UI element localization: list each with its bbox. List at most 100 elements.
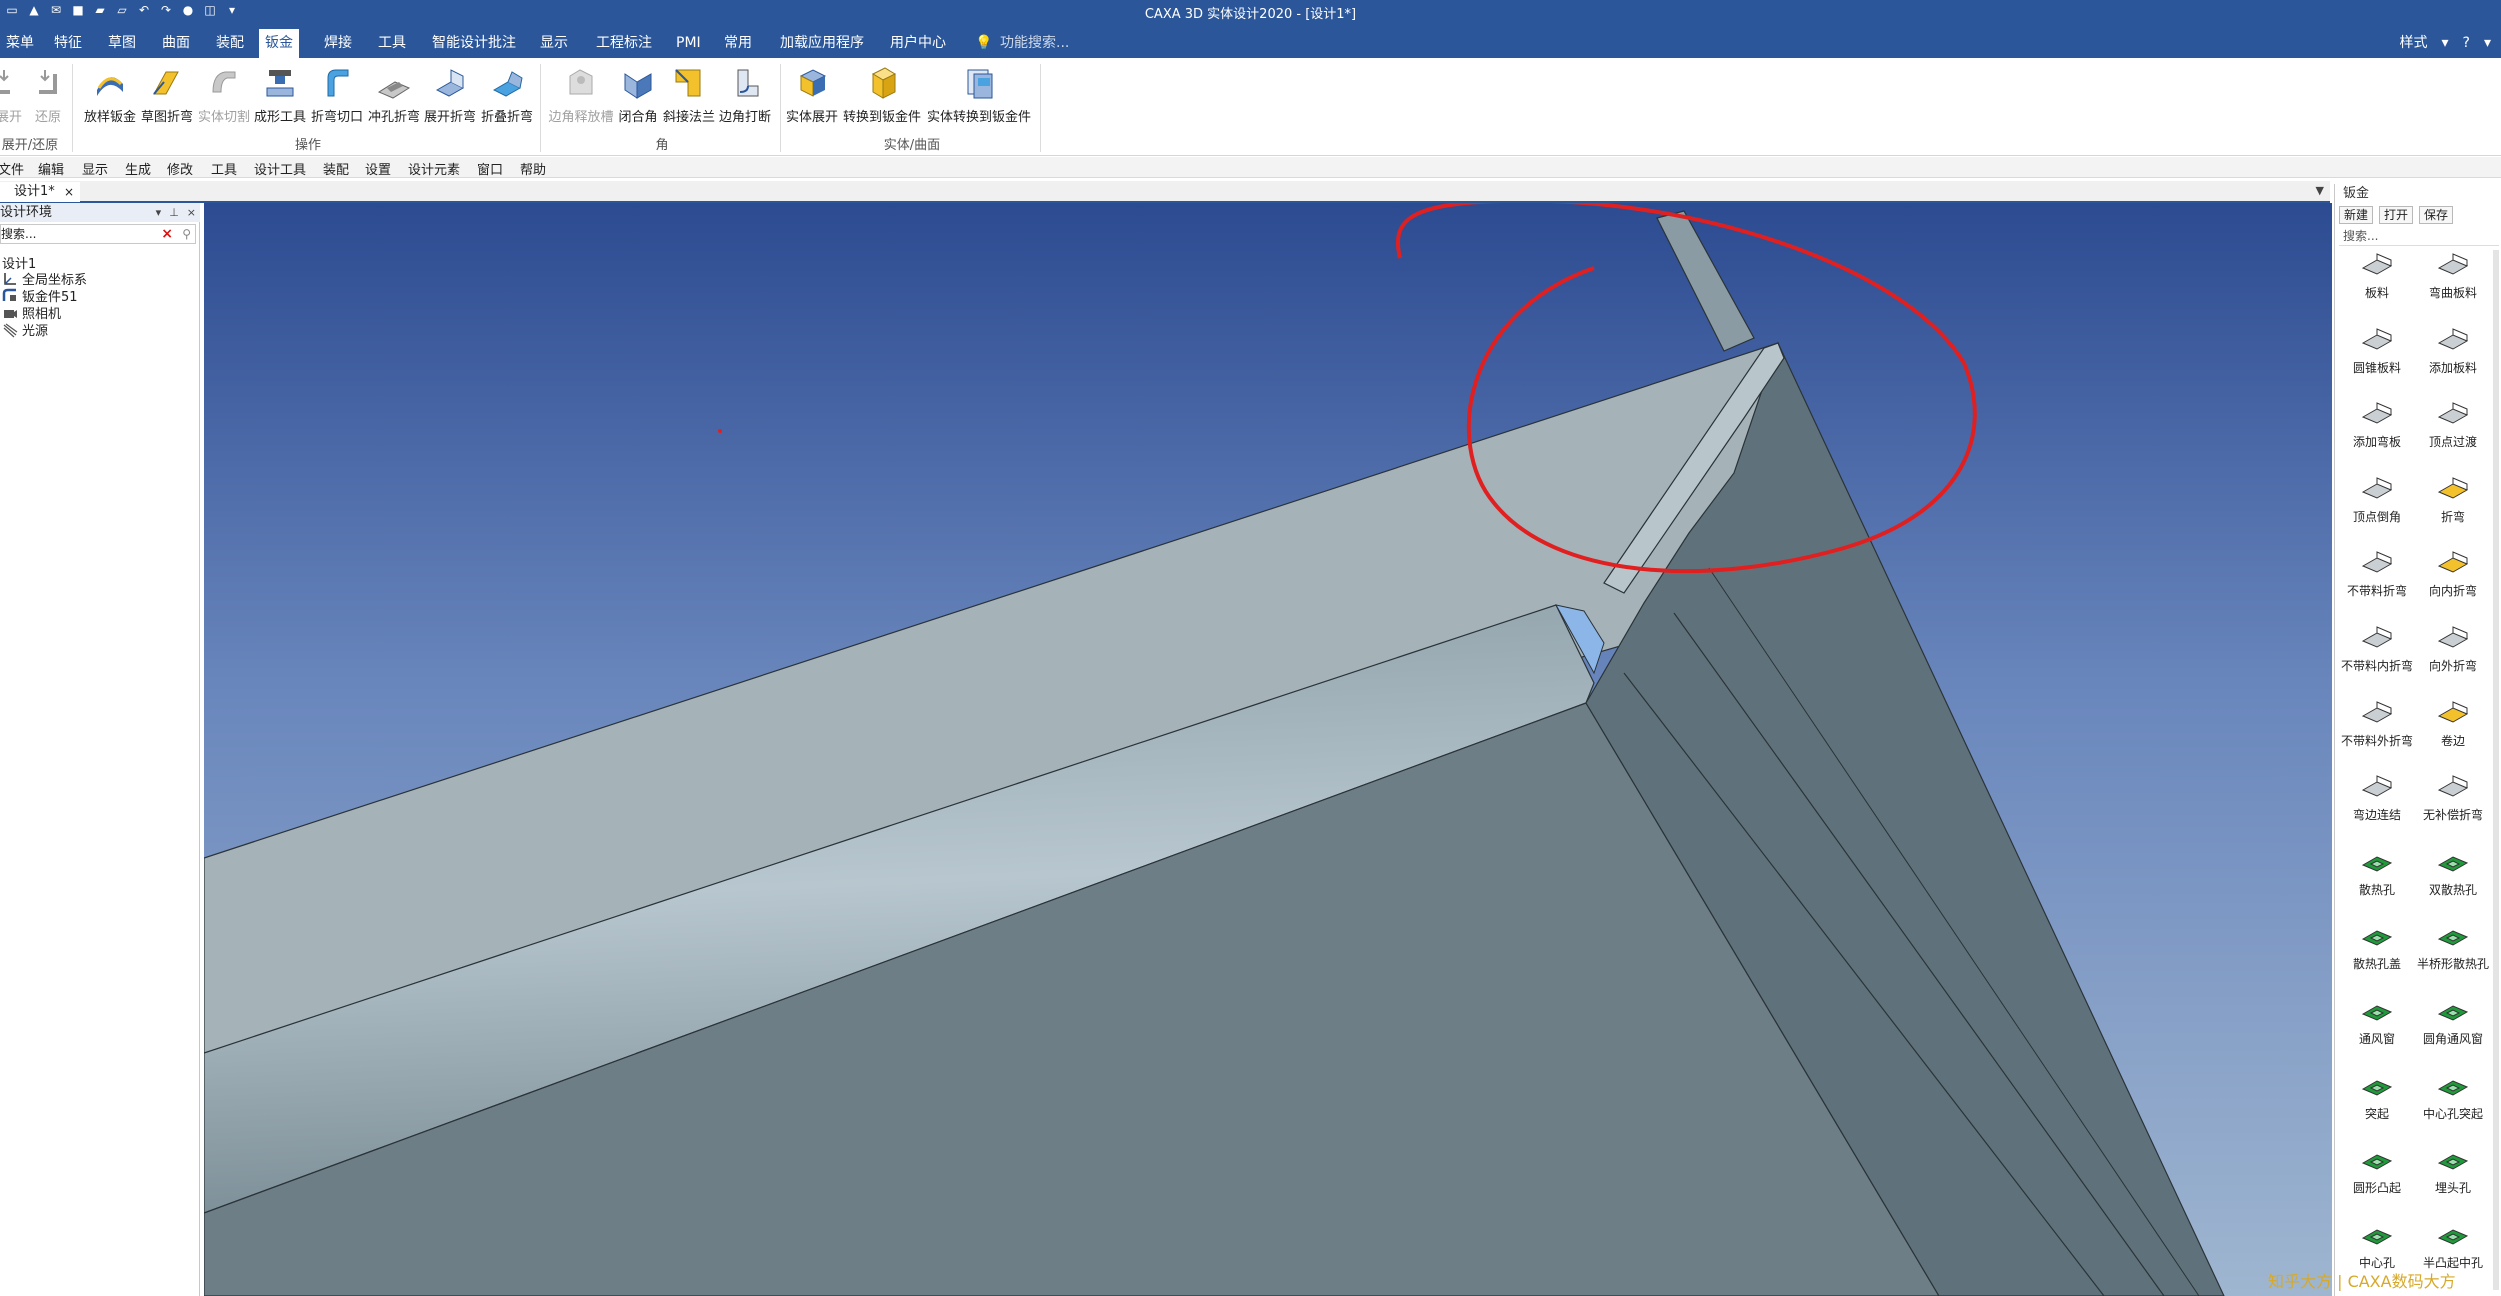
punch-bend-button[interactable]: 冲孔折弯 [365, 64, 423, 130]
library-item[interactable]: 板料 [2339, 250, 2415, 301]
library-item[interactable]: 突起 [2339, 1071, 2415, 1122]
menu-display[interactable]: 显示 [82, 159, 108, 178]
unfold-bend-button[interactable]: 展开折弯 [421, 64, 479, 130]
unfold-button[interactable]: 展开 [0, 64, 24, 130]
library-item[interactable]: 通风窗 [2339, 996, 2415, 1047]
restore-button[interactable]: 还原 [30, 64, 66, 130]
menu-design-tools[interactable]: 设计工具 [254, 159, 306, 178]
library-item[interactable]: 无补偿折弯 [2415, 772, 2491, 823]
forming-tool-button[interactable]: 成形工具 [251, 64, 309, 130]
dropdown-icon[interactable]: ▾ [156, 203, 162, 222]
pin-icon[interactable]: ⊥ [169, 203, 179, 222]
menu-tools[interactable]: 工具 [211, 159, 237, 178]
library-item[interactable]: 半桥形散热孔 [2415, 921, 2491, 972]
document-tab[interactable]: 设计1* × [0, 182, 80, 202]
tab-assembly[interactable]: 装配 [210, 29, 250, 58]
style-dropdown-icon[interactable]: ▾ [2442, 29, 2449, 58]
help-icon[interactable]: ? [2463, 29, 2470, 58]
tab-addins[interactable]: 加载应用程序 [774, 29, 870, 58]
library-item[interactable]: 中心孔突起 [2415, 1071, 2491, 1122]
style-menu[interactable]: 样式 [2400, 29, 2428, 58]
window-title: CAXA 3D 实体设计2020 - [设计1*] [1144, 7, 1357, 22]
tab-tools[interactable]: 工具 [372, 29, 412, 58]
library-item[interactable]: 中心孔 [2339, 1220, 2415, 1271]
menu-design-elements[interactable]: 设计元素 [408, 159, 460, 178]
library-item[interactable]: 双散热孔 [2415, 847, 2491, 898]
library-item[interactable]: 不带料内折弯 [2339, 623, 2415, 674]
solid-convert-to-sheetmetal-button[interactable]: 实体转换到钣金件 [924, 64, 1034, 130]
bend-relief-cut-button[interactable]: 折弯切口 [308, 64, 366, 130]
tab-menu[interactable]: 菜单 [0, 29, 40, 58]
tree-item-light[interactable]: 光源 [2, 320, 48, 339]
loft-sheetmetal-button[interactable]: 放样钣金 [80, 64, 140, 130]
library-item[interactable]: 添加板料 [2415, 325, 2491, 376]
convert-to-sheetmetal-button[interactable]: 转换到钣金件 [841, 64, 923, 130]
tab-surface[interactable]: 曲面 [156, 29, 196, 58]
closed-corner-button[interactable]: 闭合角 [614, 64, 662, 130]
tab-engineering-annotation[interactable]: 工程标注 [590, 29, 658, 58]
library-item[interactable]: 埋头孔 [2415, 1145, 2491, 1196]
tree-search-input[interactable]: 搜索... × ⚲ [0, 224, 196, 244]
solid-cut-button[interactable]: 实体切割 [195, 64, 253, 130]
library-item[interactable]: 折弯 [2415, 474, 2491, 525]
clear-search-icon[interactable]: × [161, 225, 173, 243]
library-new-button[interactable]: 新建 [2339, 206, 2374, 224]
library-scrollbar[interactable] [2493, 250, 2499, 1290]
library-item[interactable]: 散热孔盖 [2339, 921, 2415, 972]
menu-settings[interactable]: 设置 [365, 159, 391, 178]
library-item[interactable]: 卷边 [2415, 698, 2491, 749]
library-item[interactable]: 不带料外折弯 [2339, 698, 2415, 749]
restore-icon [39, 70, 57, 94]
tab-feature[interactable]: 特征 [48, 29, 88, 58]
sketch-bend-button[interactable]: 草图折弯 [138, 64, 196, 130]
library-item[interactable]: 向内折弯 [2415, 548, 2491, 599]
3d-scene[interactable] [204, 203, 2332, 1296]
ribbon-options-icon[interactable]: ▾ [2484, 29, 2491, 58]
group-separator [1040, 64, 1041, 152]
closed-corner-icon [624, 73, 652, 99]
menu-help[interactable]: 帮助 [520, 159, 546, 178]
sheetmetal-feature-icon [2437, 327, 2469, 350]
library-save-button[interactable]: 保存 [2419, 206, 2454, 224]
library-item[interactable]: 弯曲板料 [2415, 250, 2491, 301]
miter-flange-button[interactable]: 斜接法兰 [660, 64, 718, 130]
3d-viewport[interactable] [204, 203, 2332, 1296]
fold-bend-button[interactable]: 折叠折弯 [478, 64, 536, 130]
library-item[interactable]: 圆形凸起 [2339, 1145, 2415, 1196]
filter-icon[interactable]: ⚲ [182, 225, 191, 243]
menu-modify[interactable]: 修改 [167, 159, 193, 178]
tab-display[interactable]: 显示 [534, 29, 574, 58]
close-icon[interactable]: × [64, 182, 74, 202]
chevron-down-icon[interactable]: ▼ [2316, 184, 2324, 197]
library-item[interactable]: 添加弯板 [2339, 399, 2415, 450]
library-open-button[interactable]: 打开 [2379, 206, 2414, 224]
menu-generate[interactable]: 生成 [125, 159, 151, 178]
library-item[interactable]: 散热孔 [2339, 847, 2415, 898]
tab-user-center[interactable]: 用户中心 [884, 29, 952, 58]
feature-search[interactable]: 功能搜索... [1000, 29, 1069, 58]
library-item[interactable]: 顶点倒角 [2339, 474, 2415, 525]
library-item[interactable]: 半凸起中孔 [2415, 1220, 2491, 1271]
library-search-input[interactable]: 搜索... [2339, 226, 2499, 246]
tab-sketch[interactable]: 草图 [102, 29, 142, 58]
tab-pmi[interactable]: PMI [670, 29, 707, 58]
library-item-label: 双散热孔 [2428, 882, 2477, 897]
corner-relief-button[interactable]: 边角释放槽 [546, 64, 616, 130]
library-item[interactable]: 弯边连结 [2339, 772, 2415, 823]
corner-break-button[interactable]: 边角打断 [716, 64, 774, 130]
menu-assembly[interactable]: 装配 [323, 159, 349, 178]
library-item[interactable]: 圆锥板料 [2339, 325, 2415, 376]
library-item[interactable]: 不带料折弯 [2339, 548, 2415, 599]
menu-edit[interactable]: 编辑 [38, 159, 64, 178]
tab-smart-annotation[interactable]: 智能设计批注 [426, 29, 522, 58]
close-icon[interactable]: × [187, 203, 196, 222]
library-item[interactable]: 向外折弯 [2415, 623, 2491, 674]
tab-weld[interactable]: 焊接 [318, 29, 358, 58]
menu-file[interactable]: 文件 [0, 159, 24, 178]
tab-sheetmetal[interactable]: 钣金 [259, 29, 299, 58]
library-item[interactable]: 圆角通风窗 [2415, 996, 2491, 1047]
tab-common[interactable]: 常用 [718, 29, 758, 58]
library-item[interactable]: 顶点过渡 [2415, 399, 2491, 450]
solid-unfold-button[interactable]: 实体展开 [784, 64, 840, 130]
menu-window[interactable]: 窗口 [477, 159, 503, 178]
